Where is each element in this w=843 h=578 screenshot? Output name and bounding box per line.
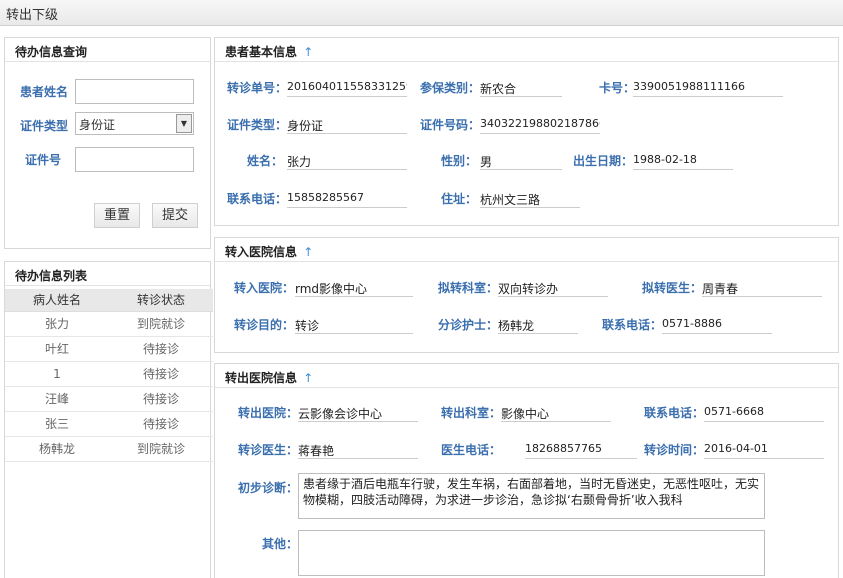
row-patient-name: 张三 — [5, 411, 109, 437]
transfer-time-label: 转诊时间： — [644, 443, 705, 457]
idtype-value: 身份证 — [287, 115, 407, 134]
row-status: 待接诊 — [109, 336, 213, 362]
todo-table: 病人姓名 转诊状态 张力 到院就诊 叶红 待接诊 1 待接诊 汪峰 待接诊 张三 待接诊 … — [5, 289, 213, 462]
diagnosis-label: 初步诊断： — [238, 481, 299, 495]
in-doctor-label: 拟转医生： — [642, 281, 703, 295]
row-patient-name: 杨韩龙 — [5, 436, 109, 462]
patient-info-title: 患者基本信息 ↑ — [215, 38, 838, 62]
table-row[interactable]: 张力 到院就诊 — [5, 311, 213, 337]
transfer-time-value: 2016-04-01 — [704, 440, 824, 459]
row-status: 到院就诊 — [109, 311, 213, 337]
table-row[interactable]: 1 待接诊 — [5, 361, 213, 387]
in-dept-value: 双向转诊办 — [498, 278, 608, 297]
row-status: 待接诊 — [109, 411, 213, 437]
purpose-label: 转诊目的： — [234, 318, 295, 332]
column-header: 转诊状态 — [109, 289, 213, 312]
submit-button[interactable]: 提交 — [152, 203, 198, 228]
transfer-no-value: 201604011558331259 — [287, 78, 407, 97]
in-hospital-panel: 转入医院信息 ↑ 转入医院： rmd影像中心 拟转科室： 双向转诊办 拟转医生：… — [214, 237, 839, 353]
table-row[interactable]: 杨韩龙 到院就诊 — [5, 436, 213, 462]
column-header: 病人姓名 — [5, 289, 109, 312]
in-hospital-title-text: 转入医院信息 — [225, 245, 298, 259]
row-status: 到院就诊 — [109, 436, 213, 462]
table-row[interactable]: 张三 待接诊 — [5, 411, 213, 437]
todo-list-title: 待办信息列表 — [5, 262, 210, 286]
phone-value: 15858285567 — [287, 189, 407, 208]
card-value: 3390051988111166 — [633, 78, 783, 97]
chevron-down-icon[interactable]: ▼ — [176, 114, 192, 133]
out-hospital-value: 云影像会诊中心 — [298, 403, 418, 422]
row-status: 待接诊 — [109, 361, 213, 387]
phone-label: 联系电话： — [227, 192, 288, 206]
in-doctor-value: 周青春 — [702, 278, 822, 297]
card-label: 卡号： — [599, 81, 636, 95]
out-phone-value: 0571-6668 — [704, 403, 824, 422]
collapse-arrow-icon[interactable]: ↑ — [303, 245, 313, 259]
address-value: 杭州文三路 — [480, 189, 580, 208]
out-doctor-value: 蒋春艳 — [298, 440, 418, 459]
other-label: 其他： — [262, 537, 299, 551]
out-phone-label: 联系电话： — [644, 406, 705, 420]
page-title: 转出下级 — [6, 8, 59, 23]
table-row[interactable]: 汪峰 待接诊 — [5, 386, 213, 412]
insurance-label: 参保类别： — [420, 81, 481, 95]
idtype-select[interactable]: 身份证 ▼ — [75, 112, 194, 135]
idtype-label: 证件类型 — [20, 119, 69, 133]
sex-value: 男 — [480, 151, 562, 170]
patient-info-title-text: 患者基本信息 — [225, 45, 298, 59]
name-value: 张力 — [287, 151, 407, 170]
address-label: 住址： — [441, 192, 478, 206]
reset-button[interactable]: 重置 — [94, 203, 140, 228]
out-dept-label: 转出科室： — [441, 406, 502, 420]
idno-input[interactable] — [75, 147, 194, 172]
sex-label: 性别： — [441, 154, 478, 168]
todo-list-panel: 待办信息列表 病人姓名 转诊状态 张力 到院就诊 叶红 待接诊 1 待接诊 汪峰 待接诊… — [4, 261, 213, 578]
out-hospital-label: 转出医院： — [238, 406, 299, 420]
patient-name-input[interactable] — [75, 79, 194, 104]
in-hospital-value: rmd影像中心 — [295, 278, 413, 297]
in-hospital-label: 转入医院： — [234, 281, 295, 295]
collapse-arrow-icon[interactable]: ↑ — [303, 371, 313, 385]
idno-label: 证件号码： — [420, 118, 481, 132]
patient-info-panel: 患者基本信息 ↑ 转诊单号： 201604011558331259 参保类别： … — [214, 37, 839, 226]
query-panel: 待办信息查询 患者姓名 证件类型 身份证 ▼ 证件号 重置 提交 — [4, 37, 211, 249]
idtype-label: 证件类型： — [227, 118, 288, 132]
nurse-label: 分诊护士： — [438, 318, 499, 332]
patient-name-label: 患者姓名 — [20, 85, 69, 99]
other-textarea[interactable] — [298, 530, 765, 576]
query-panel-title: 待办信息查询 — [5, 38, 210, 62]
out-dept-value: 影像中心 — [501, 403, 611, 422]
table-header-row: 病人姓名 转诊状态 — [5, 289, 213, 312]
name-label: 姓名： — [247, 154, 284, 168]
transfer-no-label: 转诊单号： — [227, 81, 288, 95]
birth-value: 1988-02-18 — [633, 151, 733, 170]
collapse-arrow-icon[interactable]: ↑ — [303, 45, 313, 59]
out-doctor-label: 转诊医生： — [238, 443, 299, 457]
table-row[interactable]: 叶红 待接诊 — [5, 336, 213, 362]
insurance-value: 新农合 — [480, 78, 562, 97]
top-bar: 转出下级 — [0, 0, 843, 26]
idno-label: 证件号 — [25, 153, 62, 167]
nurse-value: 杨韩龙 — [498, 315, 578, 334]
in-hospital-title: 转入医院信息 ↑ — [215, 238, 838, 262]
doctor-phone-label: 医生电话： — [441, 443, 502, 457]
out-hospital-title: 转出医院信息 ↑ — [215, 364, 838, 388]
row-patient-name: 叶红 — [5, 336, 109, 362]
out-hospital-panel: 转出医院信息 ↑ 转出医院： 云影像会诊中心 转出科室： 影像中心 联系电话： … — [214, 363, 839, 578]
birth-label: 出生日期： — [573, 154, 634, 168]
out-hospital-title-text: 转出医院信息 — [225, 371, 298, 385]
row-status: 待接诊 — [109, 386, 213, 412]
in-phone-value: 0571-8886 — [662, 315, 772, 334]
purpose-value: 转诊 — [295, 315, 413, 334]
in-dept-label: 拟转科室： — [438, 281, 499, 295]
row-patient-name: 张力 — [5, 311, 109, 337]
idno-value: 340322198802187866 — [480, 115, 600, 134]
row-patient-name: 1 — [5, 361, 109, 387]
diagnosis-textarea[interactable]: 患者缘于酒后电瓶车行驶，发生车祸，右面部着地，当时无昏迷史，无恶性呕吐，无实物模… — [298, 473, 765, 519]
doctor-phone-value: 18268857765 — [525, 440, 637, 459]
idtype-select-value: 身份证 — [79, 118, 116, 132]
in-phone-label: 联系电话： — [602, 318, 663, 332]
row-patient-name: 汪峰 — [5, 386, 109, 412]
